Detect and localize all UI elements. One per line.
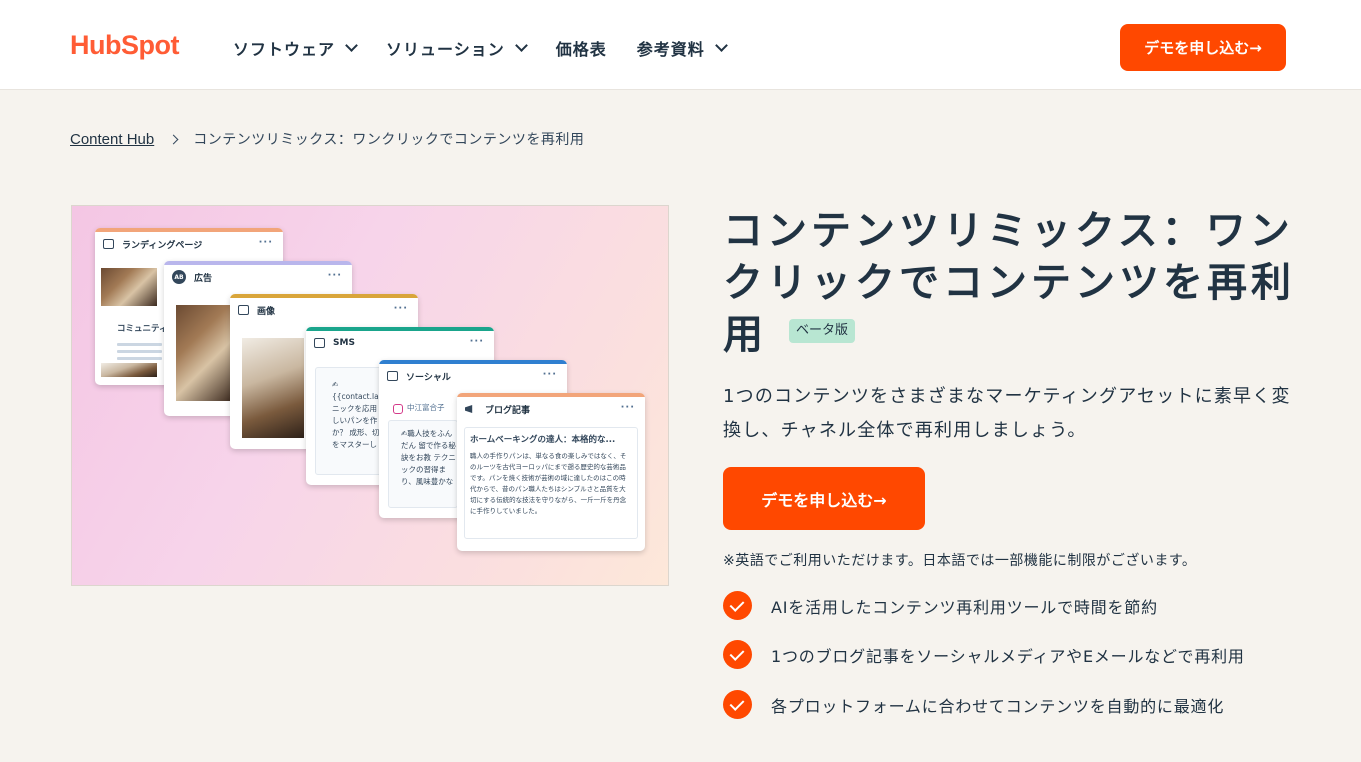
check-icon [723,690,752,719]
feature-item: 各プロットフォームに合わせてコンテンツを自動的に最適化 [723,690,1245,719]
feature-text: 各プロットフォームに合わせてコンテンツを自動的に最適化 [771,696,1225,716]
landing-photo [101,268,157,306]
social-account: 中江富合子 [407,403,445,412]
landing-photo-2 [101,363,157,377]
ad-avatar: AB [172,270,186,284]
blog-body: 職人の手作りパンは、単なる食の楽しみではなく、そのルーツを古代ヨーロッパにまで遡… [470,452,627,515]
feature-item: 1つのブログ記事をソーシャルメディアやEメールなどで再利用 [723,640,1245,669]
chevron-right-icon [168,134,179,144]
breadcrumb-content-hub-link[interactable]: Content Hub [70,131,154,148]
nav-pricing-label: 価格表 [555,40,607,59]
sms-card-text: ✍{{contact.las ニックを応用 しいパンを作 か？ 成形、切 をマス… [332,380,383,449]
feature-text: AIを活用したコンテンツ再利用ツールで時間を節約 [771,597,1158,617]
hero-illustration: ランディングページ ··· コミュニティ AB 広告 ··· 画像 ··· SMS ···… [71,205,669,586]
sms-card-title: SMS [333,338,355,348]
nav-solutions-label: ソリューション [386,40,505,59]
more-icon: ··· [542,369,557,380]
landing-text-lines [117,343,162,364]
chevron-down-icon [345,39,358,52]
image-card-title: 画像 [257,306,276,317]
image-photo [242,338,304,438]
check-icon [723,640,752,669]
blog-card-title: ブログ記事 [485,405,531,416]
landing-card-title: ランディングページ [122,240,203,251]
more-icon: ··· [620,402,635,413]
check-icon [723,591,752,620]
beta-badge: ベータ版 [789,319,856,343]
more-icon: ··· [469,336,484,347]
language-note: ※英語でご利用いただけます。日本語では一部機能に制限がございます。 [723,553,1197,569]
social-card-text: ✍職人技をふんだん 留で作る秘訣をお教 テクニックの習得ま り、風味豊かなパン … [401,429,456,486]
browser-icon [103,239,114,249]
main-nav: ソフトウェア ソリューション 価格表 参考資料 [233,36,728,60]
chevron-down-icon [714,39,728,52]
more-icon: ··· [327,270,342,281]
message-icon [314,338,325,348]
nav-resources[interactable]: 参考資料 [636,36,728,60]
instagram-icon [393,404,403,414]
feature-item: AIを活用したコンテンツ再利用ツールで時間を節約 [723,591,1245,620]
nav-resources-label: 参考資料 [636,40,705,59]
chat-icon [387,371,398,381]
breadcrumb: Content Hub コンテンツリミックス：ワンクリックでコンテンツを再利用 [70,129,584,149]
feature-list: AIを活用したコンテンツ再利用ツールで時間を節約 1つのブログ記事をソーシャルメ… [723,591,1245,739]
page-description: 1つのコンテンツをさまざまなマーケティングアセットに素早く変換し、チャネル全体で… [723,386,1291,441]
blog-card: ブログ記事 ··· ホームベーキングの達人：本格的な... 職人の手作りパンは、単… [457,393,645,551]
ad-card-title: 広告 [194,273,213,284]
more-icon: ··· [393,303,408,314]
header-demo-button[interactable]: デモを申し込む→ [1120,24,1286,71]
ad-photo [176,305,232,401]
image-icon [238,305,249,315]
more-icon: ··· [258,237,273,248]
demo-request-button[interactable]: デモを申し込む→ [723,467,925,530]
landing-card-text: コミュニティ [117,324,168,334]
nav-software-label: ソフトウェア [233,40,336,59]
breadcrumb-current: コンテンツリミックス：ワンクリックでコンテンツを再利用 [193,132,585,148]
nav-pricing[interactable]: 価格表 [556,36,607,60]
blog-heading: ホームベーキングの達人：本格的な... [470,435,616,445]
social-card-title: ソーシャル [406,372,451,383]
page-title: コンテンツリミックス：ワンクリックでコンテンツを再利用 ベータ版 [723,205,1313,361]
feature-text: 1つのブログ記事をソーシャルメディアやEメールなどで再利用 [771,646,1245,666]
hubspot-logo[interactable]: HubSpot [70,30,179,61]
nav-software[interactable]: ソフトウェア [233,36,358,60]
megaphone-icon [465,405,473,413]
chevron-down-icon [514,39,528,52]
site-header: HubSpot ソフトウェア ソリューション 価格表 参考資料 デモを申し込む→ [0,0,1361,90]
nav-solutions[interactable]: ソリューション [386,36,528,60]
